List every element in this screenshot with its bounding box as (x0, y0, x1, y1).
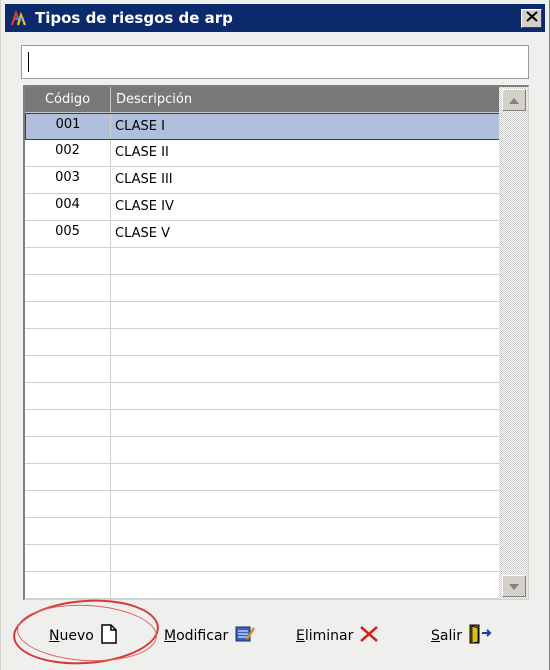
modify-button[interactable]: Modificar (164, 621, 256, 651)
new-document-icon (94, 624, 118, 648)
grid-header: Código Descripción (25, 87, 499, 113)
table-row-empty[interactable] (25, 410, 501, 437)
cell-description (111, 518, 499, 544)
column-header-description[interactable]: Descripción (111, 87, 499, 113)
cell-description (111, 491, 499, 517)
cell-code (25, 464, 111, 490)
cell-code (25, 329, 111, 355)
cell-description (111, 464, 499, 490)
window-title: Tipos de riesgos de arp (35, 9, 233, 27)
vertical-scrollbar[interactable] (499, 87, 528, 599)
cell-code (25, 572, 111, 598)
cell-description: CLASE V (115, 226, 171, 241)
exit-door-icon (462, 623, 492, 649)
cell-description (111, 545, 499, 571)
cell-description (111, 329, 499, 355)
column-header-code[interactable]: Código (25, 87, 111, 113)
table-row-empty[interactable] (25, 464, 501, 491)
edit-list-icon (228, 624, 256, 648)
new-button-label: Nuevo (49, 628, 94, 644)
exit-button[interactable]: Salir (431, 621, 492, 651)
cell-code (25, 275, 111, 301)
cell-code: 002 (25, 140, 111, 166)
text-caret (28, 52, 29, 72)
cell-description (111, 572, 499, 598)
modify-button-label: Modificar (164, 628, 229, 644)
delete-x-icon (353, 625, 379, 647)
delete-button-label: Eliminar (296, 628, 354, 644)
arrow-down-icon (509, 579, 519, 594)
data-grid[interactable]: Código Descripción 001 CLASE I 002 CLASE… (23, 85, 529, 600)
cell-code (25, 356, 111, 382)
cell-description: CLASE II (115, 145, 169, 160)
cell-code: 001 (26, 114, 111, 139)
close-icon (525, 11, 538, 26)
table-row[interactable]: 002 CLASE II (25, 140, 501, 167)
empty-rows (25, 248, 501, 599)
cell-description (111, 410, 499, 436)
table-row-empty[interactable] (25, 302, 501, 329)
scroll-up-button[interactable] (502, 89, 526, 111)
cell-description (111, 302, 499, 328)
table-row-empty[interactable] (25, 275, 501, 302)
table-row-empty[interactable] (25, 572, 501, 599)
table-row-empty[interactable] (25, 437, 501, 464)
cell-description (111, 437, 499, 463)
cell-description (111, 275, 499, 301)
cell-code: 003 (25, 167, 111, 193)
scroll-down-button[interactable] (502, 575, 526, 597)
new-button[interactable]: Nuevo (49, 621, 118, 651)
table-row-empty[interactable] (25, 545, 501, 572)
table-row[interactable]: 004 CLASE IV (25, 194, 501, 221)
cell-code: 005 (25, 221, 111, 247)
cell-code (25, 248, 111, 274)
close-button[interactable] (521, 9, 542, 28)
search-input[interactable] (21, 45, 529, 79)
title-bar: Tipos de riesgos de arp (5, 4, 545, 32)
table-row-empty[interactable] (25, 329, 501, 356)
cell-code (25, 410, 111, 436)
table-row-empty[interactable] (25, 356, 501, 383)
cell-description: CLASE IV (115, 199, 174, 214)
cell-code: 004 (25, 194, 111, 220)
app-logo-icon (9, 9, 29, 29)
arrow-up-icon (509, 93, 519, 108)
cell-code (25, 518, 111, 544)
cell-code (25, 545, 111, 571)
table-row[interactable]: 005 CLASE V (25, 221, 501, 248)
grid-rows: 001 CLASE I 002 CLASE II 003 CLASE III 0… (25, 113, 501, 599)
table-row-empty[interactable] (25, 518, 501, 545)
cell-code (25, 383, 111, 409)
table-row-empty[interactable] (25, 491, 501, 518)
cell-code (25, 491, 111, 517)
cell-description (111, 356, 499, 382)
cell-code (25, 302, 111, 328)
exit-button-label: Salir (431, 628, 463, 644)
dialog-window: Tipos de riesgos de arp Código Descripci… (0, 0, 550, 670)
table-row-empty[interactable] (25, 383, 501, 410)
cell-description (111, 383, 499, 409)
cell-code (25, 437, 111, 463)
table-row-empty[interactable] (25, 248, 501, 275)
table-row[interactable]: 003 CLASE III (25, 167, 501, 194)
delete-button[interactable]: Eliminar (296, 621, 379, 651)
cell-description: CLASE III (115, 172, 173, 187)
cell-description: CLASE I (115, 119, 165, 134)
cell-description (111, 248, 499, 274)
table-row[interactable]: 001 CLASE I (25, 113, 501, 140)
